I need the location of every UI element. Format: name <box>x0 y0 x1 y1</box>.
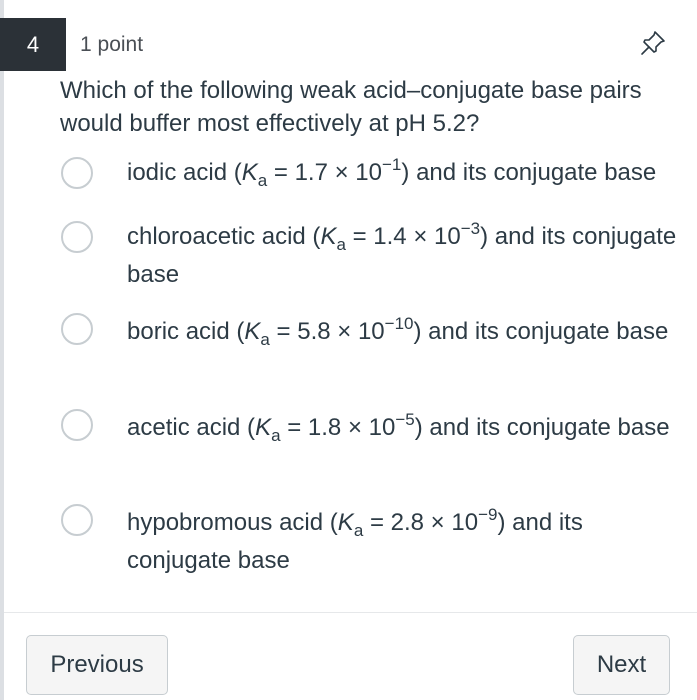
quiz-page: 4 1 point Which of the following weak ac… <box>0 0 697 700</box>
answer-label: chloroacetic acid (Ka = 1.4 × 10−3) and … <box>127 219 677 288</box>
radio-button[interactable] <box>61 313 93 345</box>
question-number: 4 <box>26 31 40 57</box>
question-text: Which of the following weak acid–conjuga… <box>60 77 642 137</box>
question-points: 1 point <box>80 33 144 56</box>
previous-button[interactable]: Previous <box>26 635 168 695</box>
answer-option[interactable]: hypobromous acid (Ka = 2.8 × 10−9) and i… <box>0 504 697 580</box>
answer-label: iodic acid (Ka = 1.7 × 10−1) and its con… <box>127 155 657 190</box>
next-button[interactable]: Next <box>573 635 670 695</box>
answer-option[interactable]: chloroacetic acid (Ka = 1.4 × 10−3) and … <box>0 218 697 294</box>
radio-button[interactable] <box>61 221 93 253</box>
answer-option[interactable]: iodic acid (Ka = 1.7 × 10−1) and its con… <box>0 154 697 194</box>
answer-label: boric acid (Ka = 5.8 × 10−10) and its co… <box>127 314 669 349</box>
answer-option[interactable]: boric acid (Ka = 5.8 × 10−10) and its co… <box>0 313 697 389</box>
pin-icon[interactable] <box>638 28 668 58</box>
radio-button[interactable] <box>61 504 93 536</box>
answer-label: hypobromous acid (Ka = 2.8 × 10−9) and i… <box>127 505 583 574</box>
question-number-badge: 4 <box>0 18 66 71</box>
answer-label: acetic acid (Ka = 1.8 × 10−5) and its co… <box>127 410 670 445</box>
radio-button[interactable] <box>61 157 93 189</box>
answer-option[interactable]: acetic acid (Ka = 1.8 × 10−5) and its co… <box>0 409 697 485</box>
footer-divider <box>4 612 697 613</box>
radio-button[interactable] <box>61 409 93 441</box>
